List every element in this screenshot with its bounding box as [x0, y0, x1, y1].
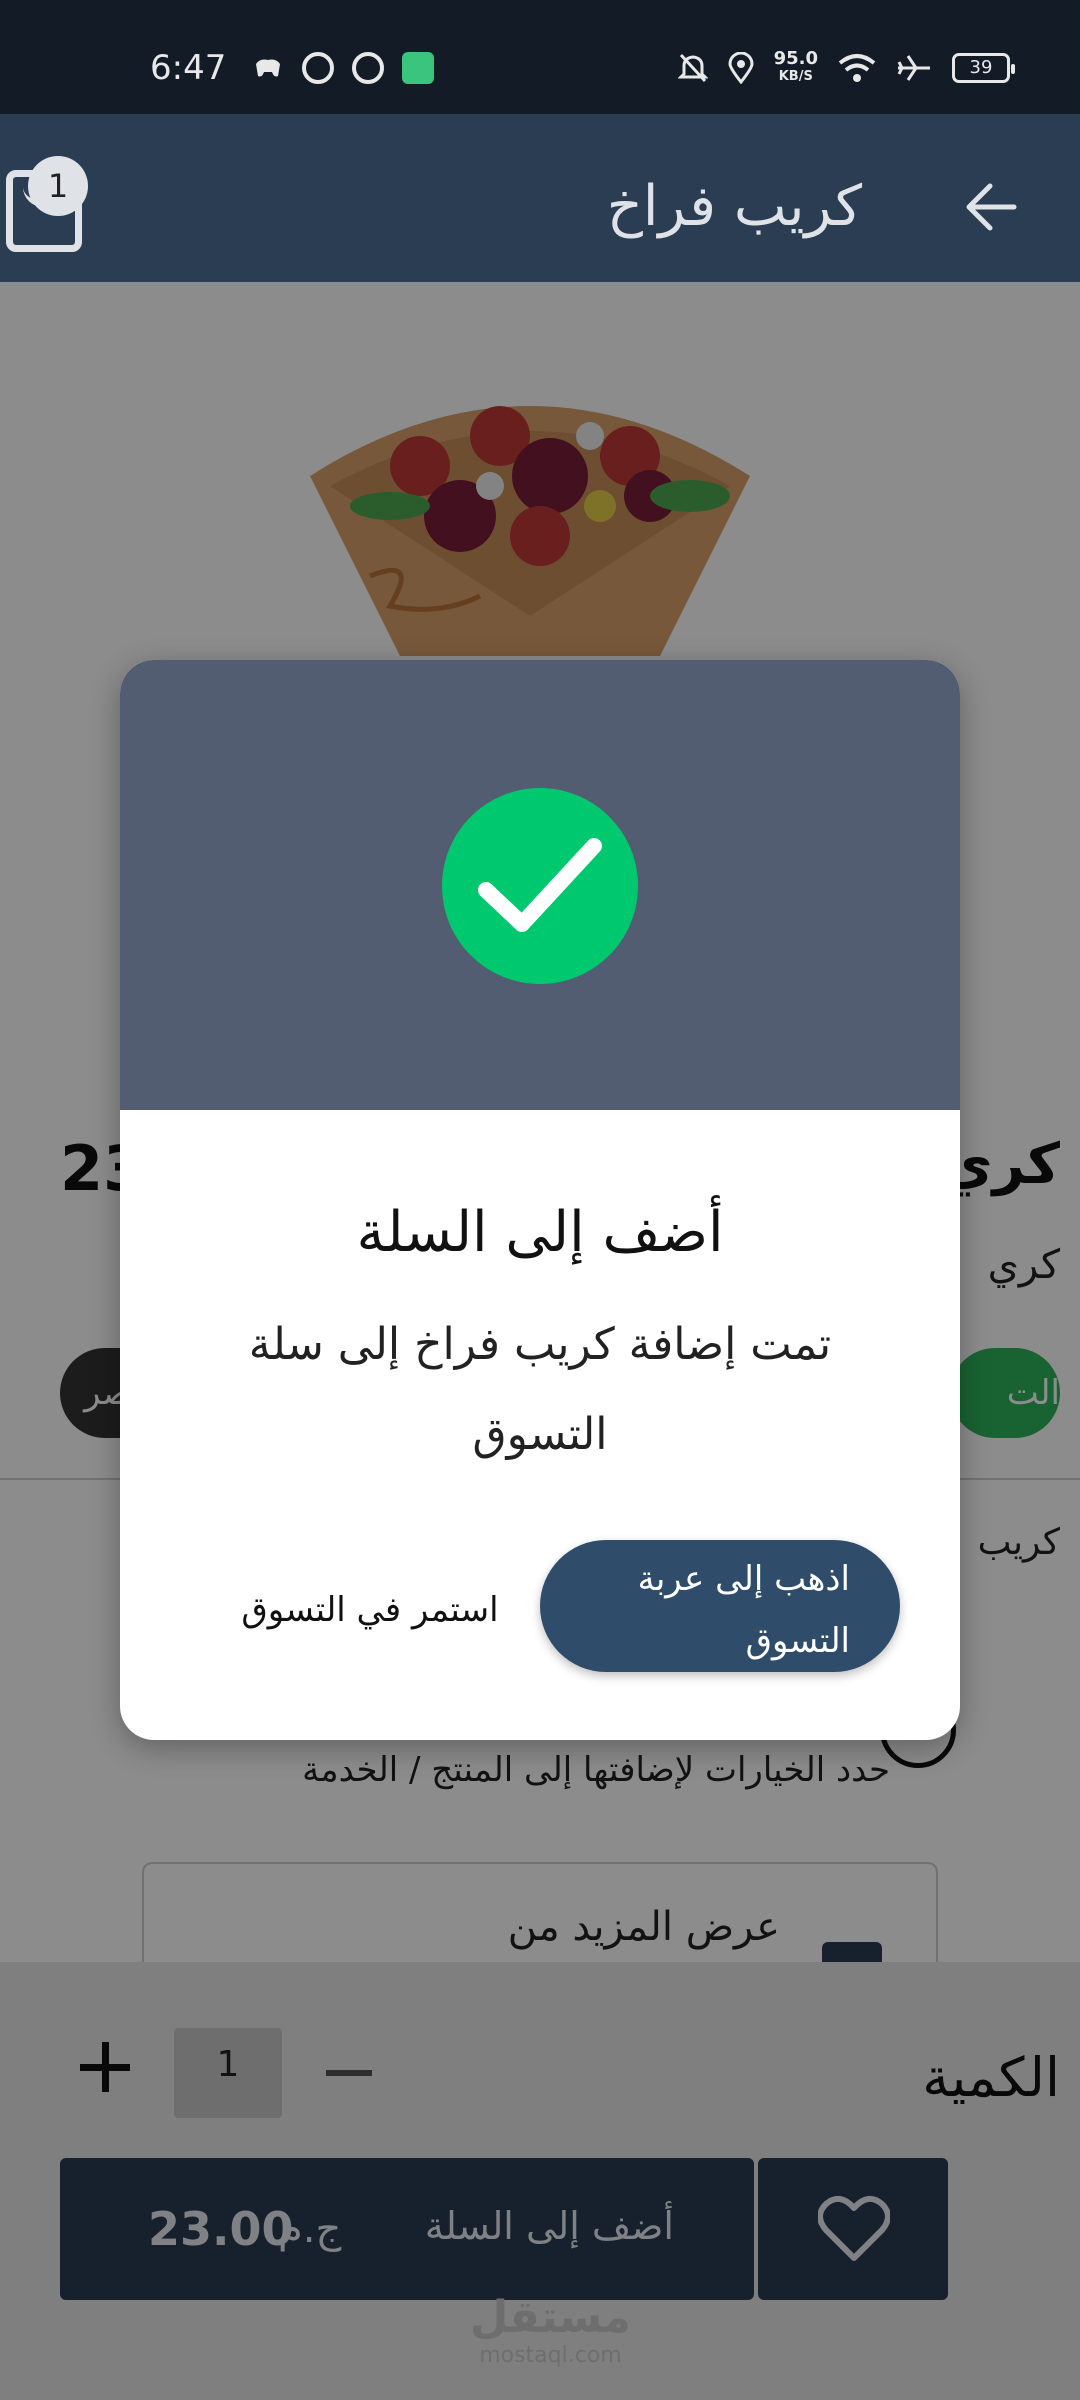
go-to-cart-button[interactable]: اذهب إلى عربة التسوق — [540, 1540, 900, 1672]
status-bar: 6:47 95.0 KB/S 39 — [0, 0, 1080, 114]
notification-icons — [252, 52, 434, 84]
network-speed-value: 95.0 — [773, 48, 818, 69]
cart-badge: 1 — [28, 156, 88, 216]
dialog-title: أضف إلى السلة — [356, 1200, 724, 1265]
mute-bell-icon — [677, 53, 708, 83]
ring-icon — [302, 52, 334, 84]
location-icon — [728, 52, 754, 84]
mail-notification-icon — [402, 52, 434, 84]
system-icons: 95.0 KB/S 39 — [677, 50, 1015, 86]
status-time: 6:47 — [150, 48, 227, 88]
back-arrow-icon[interactable] — [964, 180, 1018, 234]
page-title: كريب فراخ — [606, 174, 862, 239]
battery-icon: 39 — [952, 53, 1015, 83]
continue-shopping-button[interactable]: استمر في التسوق — [220, 1580, 520, 1640]
airplane-icon — [897, 55, 930, 81]
game-controller-icon — [252, 52, 284, 84]
wifi-icon — [838, 54, 876, 82]
network-speed: 95.0 KB/S — [774, 50, 818, 86]
app-bar: 1 كريب فراخ — [0, 114, 1080, 282]
network-speed-unit: KB/S — [778, 69, 813, 84]
dialog-message: تمت إضافة كريب فراخ إلى سلة التسوق — [248, 1319, 832, 1460]
success-check-icon — [442, 788, 638, 984]
nfc-icon — [352, 52, 384, 84]
dialog-header — [120, 660, 960, 1110]
success-dialog: أضف إلى السلة تمت إضافة كريب فراخ إلى سل… — [120, 660, 960, 1740]
